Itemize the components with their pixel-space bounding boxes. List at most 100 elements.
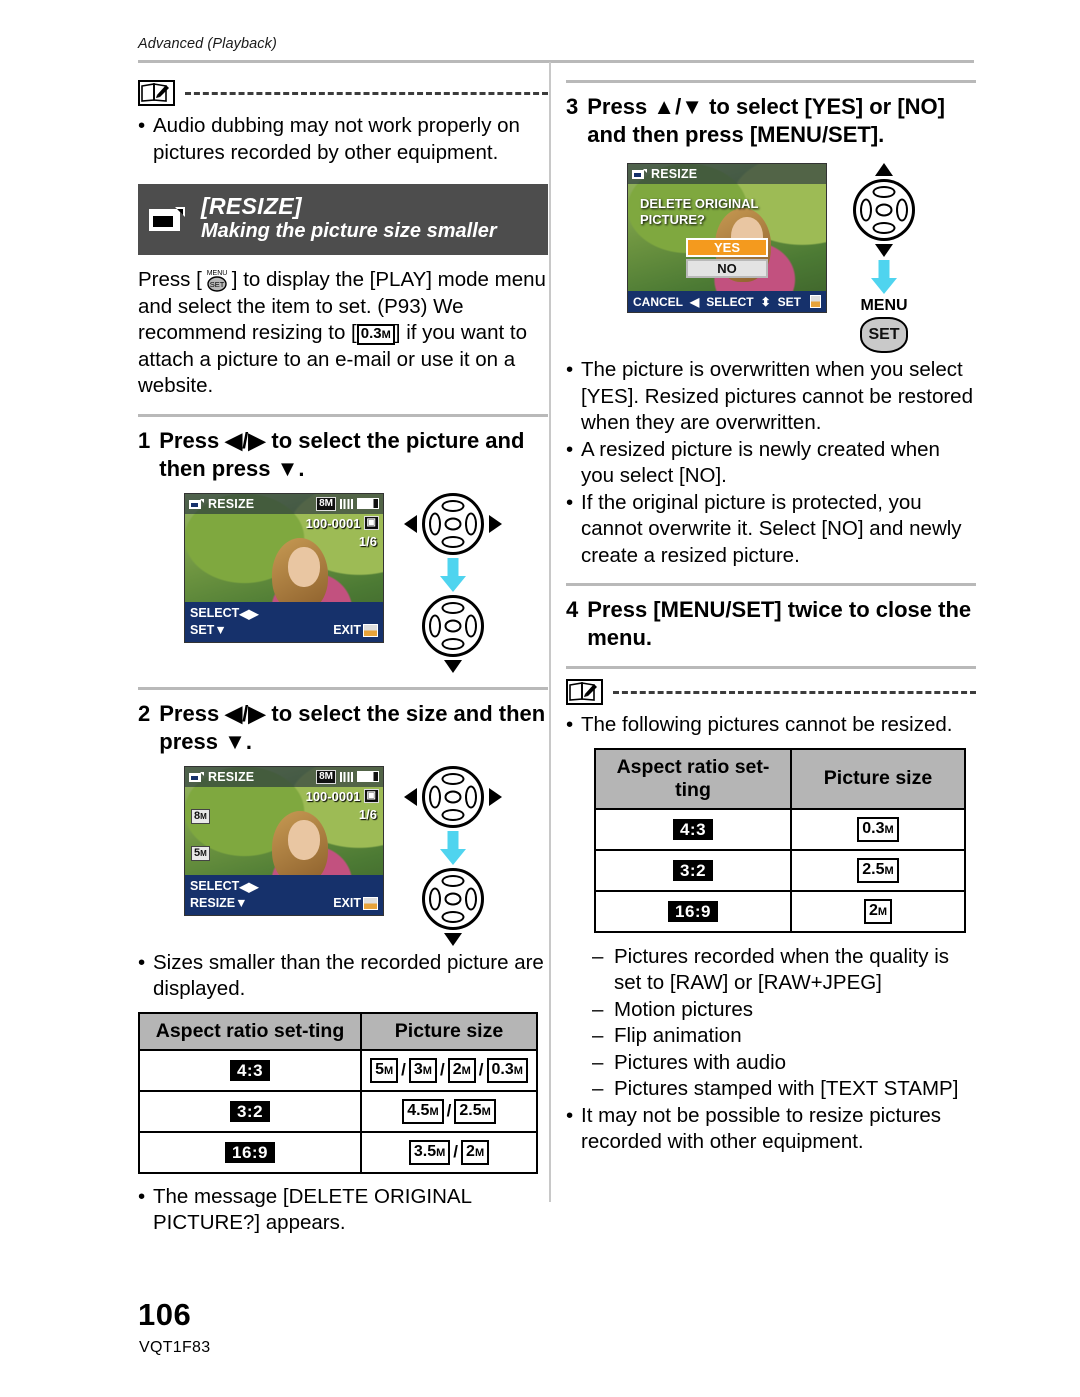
lcd-top-bar: RESIZE (628, 164, 826, 184)
size-badge-0-3m: 0.3M (356, 324, 395, 345)
dpad-bottom[interactable] (422, 594, 484, 657)
dpad-top[interactable] (853, 179, 915, 241)
dpad-down-button[interactable] (441, 808, 465, 821)
page-number: 106 (138, 1297, 192, 1332)
header-rule (138, 60, 974, 63)
bullet-other-equipment: It may not be possible to resize picture… (566, 1103, 976, 1156)
table-row: 3:2 2.5M (594, 848, 966, 892)
lcd-status-icons: 8M (316, 496, 379, 511)
bullet-delete-original-message: The message [DELETE ORIGINAL PICTURE?] a… (138, 1184, 548, 1237)
note-bullet: Audio dubbing may not work properly on p… (138, 113, 548, 166)
cell-picture-size: 4.5M/ 2.5M (360, 1089, 538, 1133)
dpad-bottom[interactable] (422, 867, 484, 930)
size-option-8m[interactable]: 8M (191, 808, 210, 824)
dialog-yes-option[interactable]: YES (686, 238, 768, 257)
picture-size-badge: 8M (316, 769, 336, 784)
lcd-footer-select-icon: ◀▶ (239, 879, 259, 894)
dialog-no-option[interactable]: NO (686, 259, 768, 278)
size-badge-unit: M (381, 329, 391, 341)
resize-mode-icon (632, 168, 648, 180)
dpad-down-button[interactable] (872, 222, 896, 234)
resize-mode-icon (189, 771, 205, 783)
size-2m: 2M (447, 1057, 476, 1083)
dpad-left-button[interactable] (429, 512, 441, 535)
dpad-up-button[interactable] (441, 874, 465, 887)
lcd-title: RESIZE (208, 769, 255, 784)
lcd-frame-count: 1/6 (358, 806, 377, 822)
lcd-footer-set-label: SET (190, 623, 215, 637)
size-option-5m[interactable]: 5M (191, 845, 210, 861)
left-arrow-icon (404, 514, 417, 533)
model-code: VQT1F83 (139, 1339, 211, 1356)
dpad-down-button[interactable] (441, 637, 465, 650)
lcd-top-bar: RESIZE 8M (185, 493, 383, 514)
banner-subtitle: Making the picture size smaller (201, 220, 497, 242)
table-row: 16:9 3.5M/ 2M (138, 1130, 538, 1174)
dpad-row-top (404, 765, 502, 828)
arrow-shaft (878, 260, 890, 280)
dpad-left-button[interactable] (429, 887, 441, 910)
dpad-top[interactable] (422, 492, 484, 555)
lcd-footer-select-icon: ⬍ (760, 294, 771, 309)
table-header-aspect-ratio: Aspect ratio set-ting (594, 747, 792, 810)
table-header-picture-size: Picture size (360, 1011, 538, 1051)
quality-icon (340, 498, 353, 509)
dpad-right-button[interactable] (465, 512, 477, 535)
lcd-footer-resize-label: RESIZE (190, 896, 236, 910)
dpad-right-button[interactable] (465, 887, 477, 910)
lcd-photo-subject-face (287, 546, 320, 587)
size-2m: 2M (863, 898, 893, 924)
cell-aspect-ratio: 4:3 (138, 1048, 362, 1092)
arrow-head (440, 848, 466, 865)
dpad-left-button[interactable] (429, 614, 441, 637)
lcd-title: RESIZE (651, 167, 698, 181)
intro-text-1: Press [ (138, 268, 202, 291)
lcd-file-number: 100-0001 (305, 788, 361, 804)
dpad-down-button[interactable] (441, 535, 465, 548)
lcd-status-icons: 8M (316, 769, 379, 784)
down-arrow-icon (871, 260, 897, 294)
lcd-photo-subject-face (287, 819, 320, 860)
menu-set-button[interactable]: SET (860, 317, 908, 353)
dpad-left-button[interactable] (429, 785, 441, 808)
dpad-right-button[interactable] (465, 785, 477, 808)
step1-number: 1 (138, 427, 151, 453)
column-divider (549, 62, 551, 1202)
folder-icon: ▣ (363, 789, 379, 803)
step3-rule (566, 80, 976, 83)
dpad-top[interactable] (422, 765, 484, 828)
dpad-right-button[interactable] (465, 614, 477, 637)
figure-step3: RESIZE DELETE ORIGINAL PICTURE? YES NO C… (566, 163, 976, 353)
dash-item-raw: Pictures recorded when the quality is se… (592, 944, 976, 997)
size-3m: 3M (408, 1057, 437, 1083)
bullet-overwrite: The picture is overwritten when you sele… (566, 357, 976, 437)
cell-aspect-ratio: 16:9 (594, 889, 792, 933)
lcd-dialog-message: DELETE ORIGINAL PICTURE? (640, 196, 814, 228)
dpad-up-button[interactable] (872, 186, 896, 198)
step-1: 1 Press ◀/▶ to select the picture and th… (138, 427, 548, 483)
dpad-up-button[interactable] (441, 499, 465, 512)
dpad-up-button[interactable] (441, 601, 465, 614)
resize-section-banner: [RESIZE] Making the picture size smaller (138, 184, 548, 255)
size-0-3m: 0.3M (857, 816, 899, 842)
dpad-left-button[interactable] (860, 198, 872, 222)
step2-text: Press ◀/▶ to select the size and then pr… (159, 700, 546, 754)
dpad-row-top (404, 492, 502, 555)
lcd-footer-set-label: SET (777, 294, 801, 309)
ratio-chip-3-2: 3:2 (672, 859, 714, 881)
dpad-right-button[interactable] (896, 198, 908, 222)
dash-item-text-stamp: Pictures stamped with [TEXT STAMP] (592, 1076, 976, 1103)
dash-item-flip-animation: Flip animation (592, 1023, 976, 1050)
lcd-top-bar: RESIZE 8M (185, 766, 383, 787)
quality-icon (340, 771, 353, 782)
size-option-2-unit: M (200, 848, 207, 858)
right-arrow-icon (489, 787, 502, 806)
size-list: 5M/ 3M/ 2M/ 0.3M (366, 1057, 532, 1083)
dpad-up-button[interactable] (441, 772, 465, 785)
lcd-footer-cancel-label: CANCEL (633, 294, 683, 309)
menu-icon (809, 295, 821, 308)
note-dashed-rule (613, 690, 976, 694)
dpad-down-button[interactable] (441, 910, 465, 923)
step-2: 2 Press ◀/▶ to select the size and then … (138, 700, 548, 756)
lcd-footer-bar: SELECT ◀▶ SET ▼ EXIT (185, 601, 383, 642)
